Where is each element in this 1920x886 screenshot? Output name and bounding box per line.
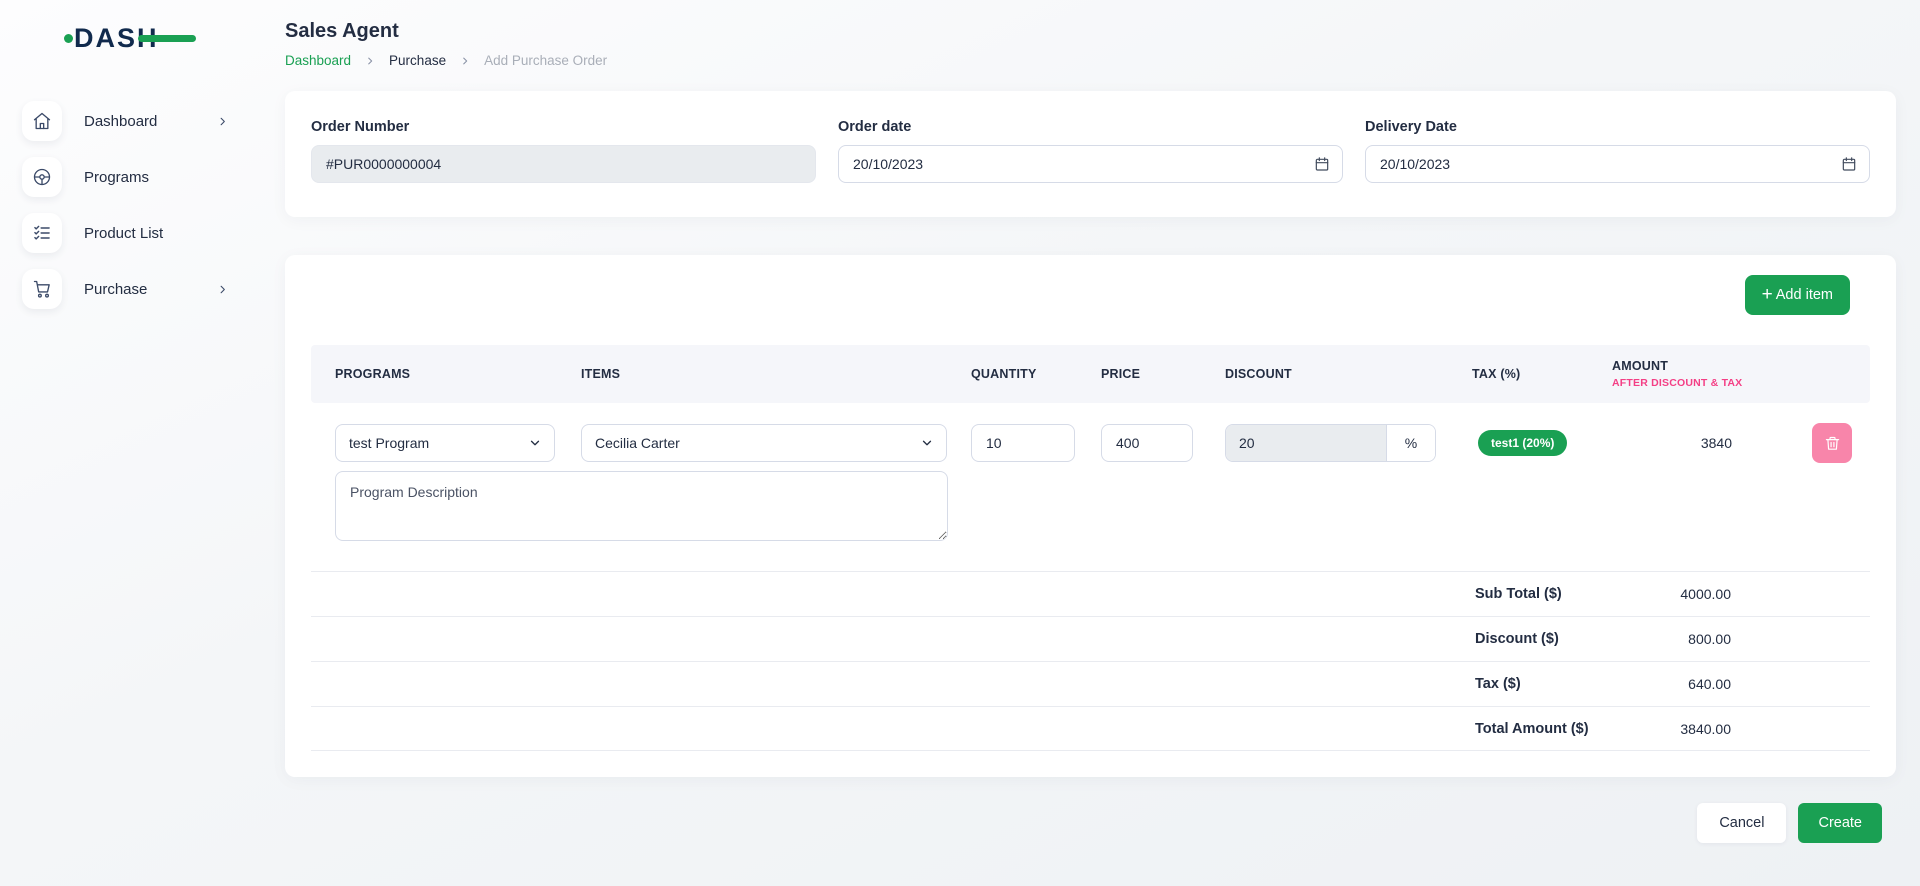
breadcrumb-link-dashboard[interactable]: Dashboard <box>285 53 351 68</box>
tax-total-label: Tax ($) <box>1475 676 1521 692</box>
quantity-input[interactable] <box>971 424 1075 462</box>
sidebar-item-label: Product List <box>84 225 163 242</box>
steering-wheel-icon <box>22 157 62 197</box>
plus-icon: + <box>1762 285 1773 304</box>
items-card: + Add item PROGRAMS ITEMS QUANTITY PRICE… <box>285 255 1896 777</box>
discount-input <box>1226 425 1386 461</box>
add-item-button[interactable]: + Add item <box>1745 275 1850 315</box>
breadcrumb-item-purchase[interactable]: Purchase <box>389 53 446 68</box>
sidebar-item-label: Programs <box>84 169 149 186</box>
items-select[interactable]: Cecilia Carter <box>581 424 947 462</box>
main-content: Sales Agent Dashboard Purchase Add Purch… <box>285 0 1896 843</box>
item-row: test Program Cecilia Carter <box>311 403 1870 463</box>
sidebar-item-programs[interactable]: Programs <box>0 154 260 200</box>
home-icon <box>22 101 62 141</box>
total-amount-value: 3840.00 <box>1680 721 1731 737</box>
sidebar-item-purchase[interactable]: Purchase <box>0 266 260 312</box>
breadcrumb-item-add-purchase-order: Add Purchase Order <box>484 53 607 68</box>
subtotal-label: Sub Total ($) <box>1475 586 1562 602</box>
items-table-header: PROGRAMS ITEMS QUANTITY PRICE DISCOUNT T… <box>311 345 1870 403</box>
discount-total-label: Discount ($) <box>1475 631 1559 647</box>
logo-bar <box>138 35 196 42</box>
list-check-icon <box>22 213 62 253</box>
discount-total-row: Discount ($) 800.00 <box>311 616 1870 661</box>
amount-value: 3840 <box>1612 435 1787 451</box>
total-amount-row: Total Amount ($) 3840.00 <box>311 706 1870 751</box>
subtotal-value: 4000.00 <box>1680 586 1731 602</box>
sidebar-item-product-list[interactable]: Product List <box>0 210 260 256</box>
order-number-input <box>311 145 816 183</box>
column-programs: PROGRAMS <box>311 367 581 381</box>
total-amount-label: Total Amount ($) <box>1475 721 1589 737</box>
sidebar-item-label: Dashboard <box>84 113 157 130</box>
column-items: ITEMS <box>581 367 971 381</box>
column-price: PRICE <box>1101 367 1225 381</box>
delete-item-button[interactable] <box>1812 423 1852 463</box>
discount-input-group: % <box>1225 424 1436 462</box>
delivery-date-label: Delivery Date <box>1365 119 1870 135</box>
logo-dot <box>64 34 73 43</box>
chevron-right-icon <box>365 56 375 66</box>
order-meta-card: Order Number Order date Delivery Date <box>285 91 1896 217</box>
subtotal-row: Sub Total ($) 4000.00 <box>311 571 1870 616</box>
chevron-right-icon <box>217 284 228 295</box>
order-number-field: Order Number <box>311 119 816 183</box>
program-select[interactable]: test Program <box>335 424 555 462</box>
percent-addon: % <box>1386 425 1435 461</box>
trash-icon <box>1824 435 1841 452</box>
delivery-date-field: Delivery Date <box>1365 119 1870 183</box>
create-button[interactable]: Create <box>1798 803 1882 843</box>
tax-badge: test1 (20%) <box>1478 430 1567 456</box>
column-amount-subtitle: AFTER DISCOUNT & TAX <box>1612 377 1787 389</box>
price-input[interactable] <box>1101 424 1193 462</box>
column-amount: AMOUNT AFTER DISCOUNT & TAX <box>1612 359 1787 389</box>
sidebar-nav: Dashboard Programs Product List Purchase <box>0 98 260 322</box>
chevron-right-icon <box>460 56 470 66</box>
brand-logo[interactable]: DASH <box>64 22 204 54</box>
column-tax: TAX (%) <box>1472 367 1612 381</box>
order-date-field: Order date <box>838 119 1343 183</box>
add-item-label: Add item <box>1776 287 1833 303</box>
breadcrumb: Dashboard Purchase Add Purchase Order <box>285 53 1896 68</box>
column-quantity: QUANTITY <box>971 367 1101 381</box>
tax-total-row: Tax ($) 640.00 <box>311 661 1870 706</box>
cancel-button[interactable]: Cancel <box>1697 803 1786 843</box>
order-number-label: Order Number <box>311 119 816 135</box>
description-textarea[interactable] <box>335 471 948 541</box>
sidebar-item-label: Purchase <box>84 281 147 298</box>
order-date-input[interactable] <box>838 145 1343 183</box>
footer-actions: Cancel Create <box>285 803 1896 843</box>
discount-total-value: 800.00 <box>1688 631 1731 647</box>
sidebar-item-dashboard[interactable]: Dashboard <box>0 98 260 144</box>
tax-total-value: 640.00 <box>1688 676 1731 692</box>
column-discount: DISCOUNT <box>1225 367 1472 381</box>
shopping-cart-icon <box>22 269 62 309</box>
chevron-right-icon <box>217 116 228 127</box>
order-date-label: Order date <box>838 119 1343 135</box>
delivery-date-input[interactable] <box>1365 145 1870 183</box>
sidebar: DASH Dashboard Programs Product List <box>0 0 260 886</box>
page-title: Sales Agent <box>285 0 1896 43</box>
totals-section: Sub Total ($) 4000.00 Discount ($) 800.0… <box>311 571 1870 751</box>
